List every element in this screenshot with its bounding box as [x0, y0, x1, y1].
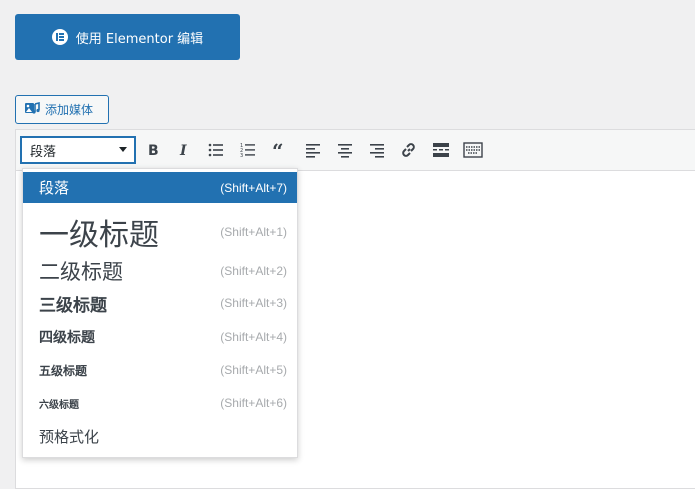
editor-toolbar: 段落 B I 123 “	[16, 130, 695, 171]
svg-text:I: I	[179, 143, 187, 158]
format-option-shortcut: (Shift+Alt+2)	[220, 264, 287, 278]
format-select[interactable]: 段落	[21, 137, 135, 163]
italic-icon[interactable]: I	[172, 139, 196, 161]
format-option-label: 五级标题	[39, 363, 88, 378]
elementor-logo-icon	[51, 29, 68, 45]
format-option-shortcut: (Shift+Alt+6)	[220, 396, 287, 410]
format-option-shortcut: (Shift+Alt+7)	[220, 180, 287, 195]
format-dropdown-menu: 段落 (Shift+Alt+7) 一级标题 (Shift+Alt+1) 二级标题…	[22, 168, 298, 458]
format-option-shortcut: (Shift+Alt+3)	[220, 296, 287, 310]
svg-text:“: “	[272, 142, 284, 158]
format-option-heading-1[interactable]: 一级标题 (Shift+Alt+1)	[23, 205, 297, 259]
format-option-label: 预格式化	[39, 427, 100, 446]
link-icon[interactable]	[397, 139, 421, 161]
format-option-label: 三级标题	[39, 295, 107, 316]
format-option-label: 段落	[39, 179, 70, 197]
format-option-shortcut: (Shift+Alt+4)	[220, 330, 287, 344]
format-option-shortcut: (Shift+Alt+5)	[220, 363, 287, 377]
format-option-paragraph[interactable]: 段落 (Shift+Alt+7)	[23, 172, 297, 203]
align-center-icon[interactable]	[333, 139, 357, 161]
format-option-heading-3[interactable]: 三级标题 (Shift+Alt+3)	[23, 287, 297, 319]
format-option-heading-5[interactable]: 五级标题 (Shift+Alt+5)	[23, 354, 297, 386]
numbered-list-icon[interactable]: 123	[236, 139, 260, 161]
format-option-shortcut: (Shift+Alt+1)	[220, 225, 287, 239]
format-option-preformatted[interactable]: 预格式化	[23, 420, 297, 452]
format-option-label: 六级标题	[39, 399, 79, 411]
dropdown-arrow-icon	[119, 147, 127, 152]
format-option-heading-4[interactable]: 四级标题 (Shift+Alt+4)	[23, 321, 297, 353]
svg-text:3: 3	[240, 153, 243, 158]
bold-icon[interactable]: B	[141, 139, 165, 161]
edit-with-elementor-button[interactable]: 使用 Elementor 编辑	[15, 14, 240, 60]
bullet-list-icon[interactable]	[204, 139, 228, 161]
format-option-heading-6[interactable]: 六级标题 (Shift+Alt+6)	[23, 387, 297, 419]
align-right-icon[interactable]	[365, 139, 389, 161]
blockquote-icon[interactable]: “	[268, 139, 292, 161]
align-left-icon[interactable]	[301, 139, 325, 161]
add-media-button[interactable]: 添加媒体	[15, 95, 109, 124]
format-option-label: 二级标题	[39, 260, 123, 284]
format-option-heading-2[interactable]: 二级标题 (Shift+Alt+2)	[23, 255, 297, 287]
media-icon	[24, 100, 40, 119]
toolbar-toggle-icon[interactable]	[461, 139, 485, 161]
format-select-value: 段落	[30, 144, 57, 160]
svg-text:B: B	[148, 143, 159, 158]
edit-with-elementor-label: 使用 Elementor 编辑	[75, 31, 204, 47]
format-option-label: 一级标题	[39, 218, 159, 253]
read-more-icon[interactable]	[429, 139, 453, 161]
add-media-label: 添加媒体	[45, 103, 94, 117]
format-option-label: 四级标题	[39, 330, 95, 346]
